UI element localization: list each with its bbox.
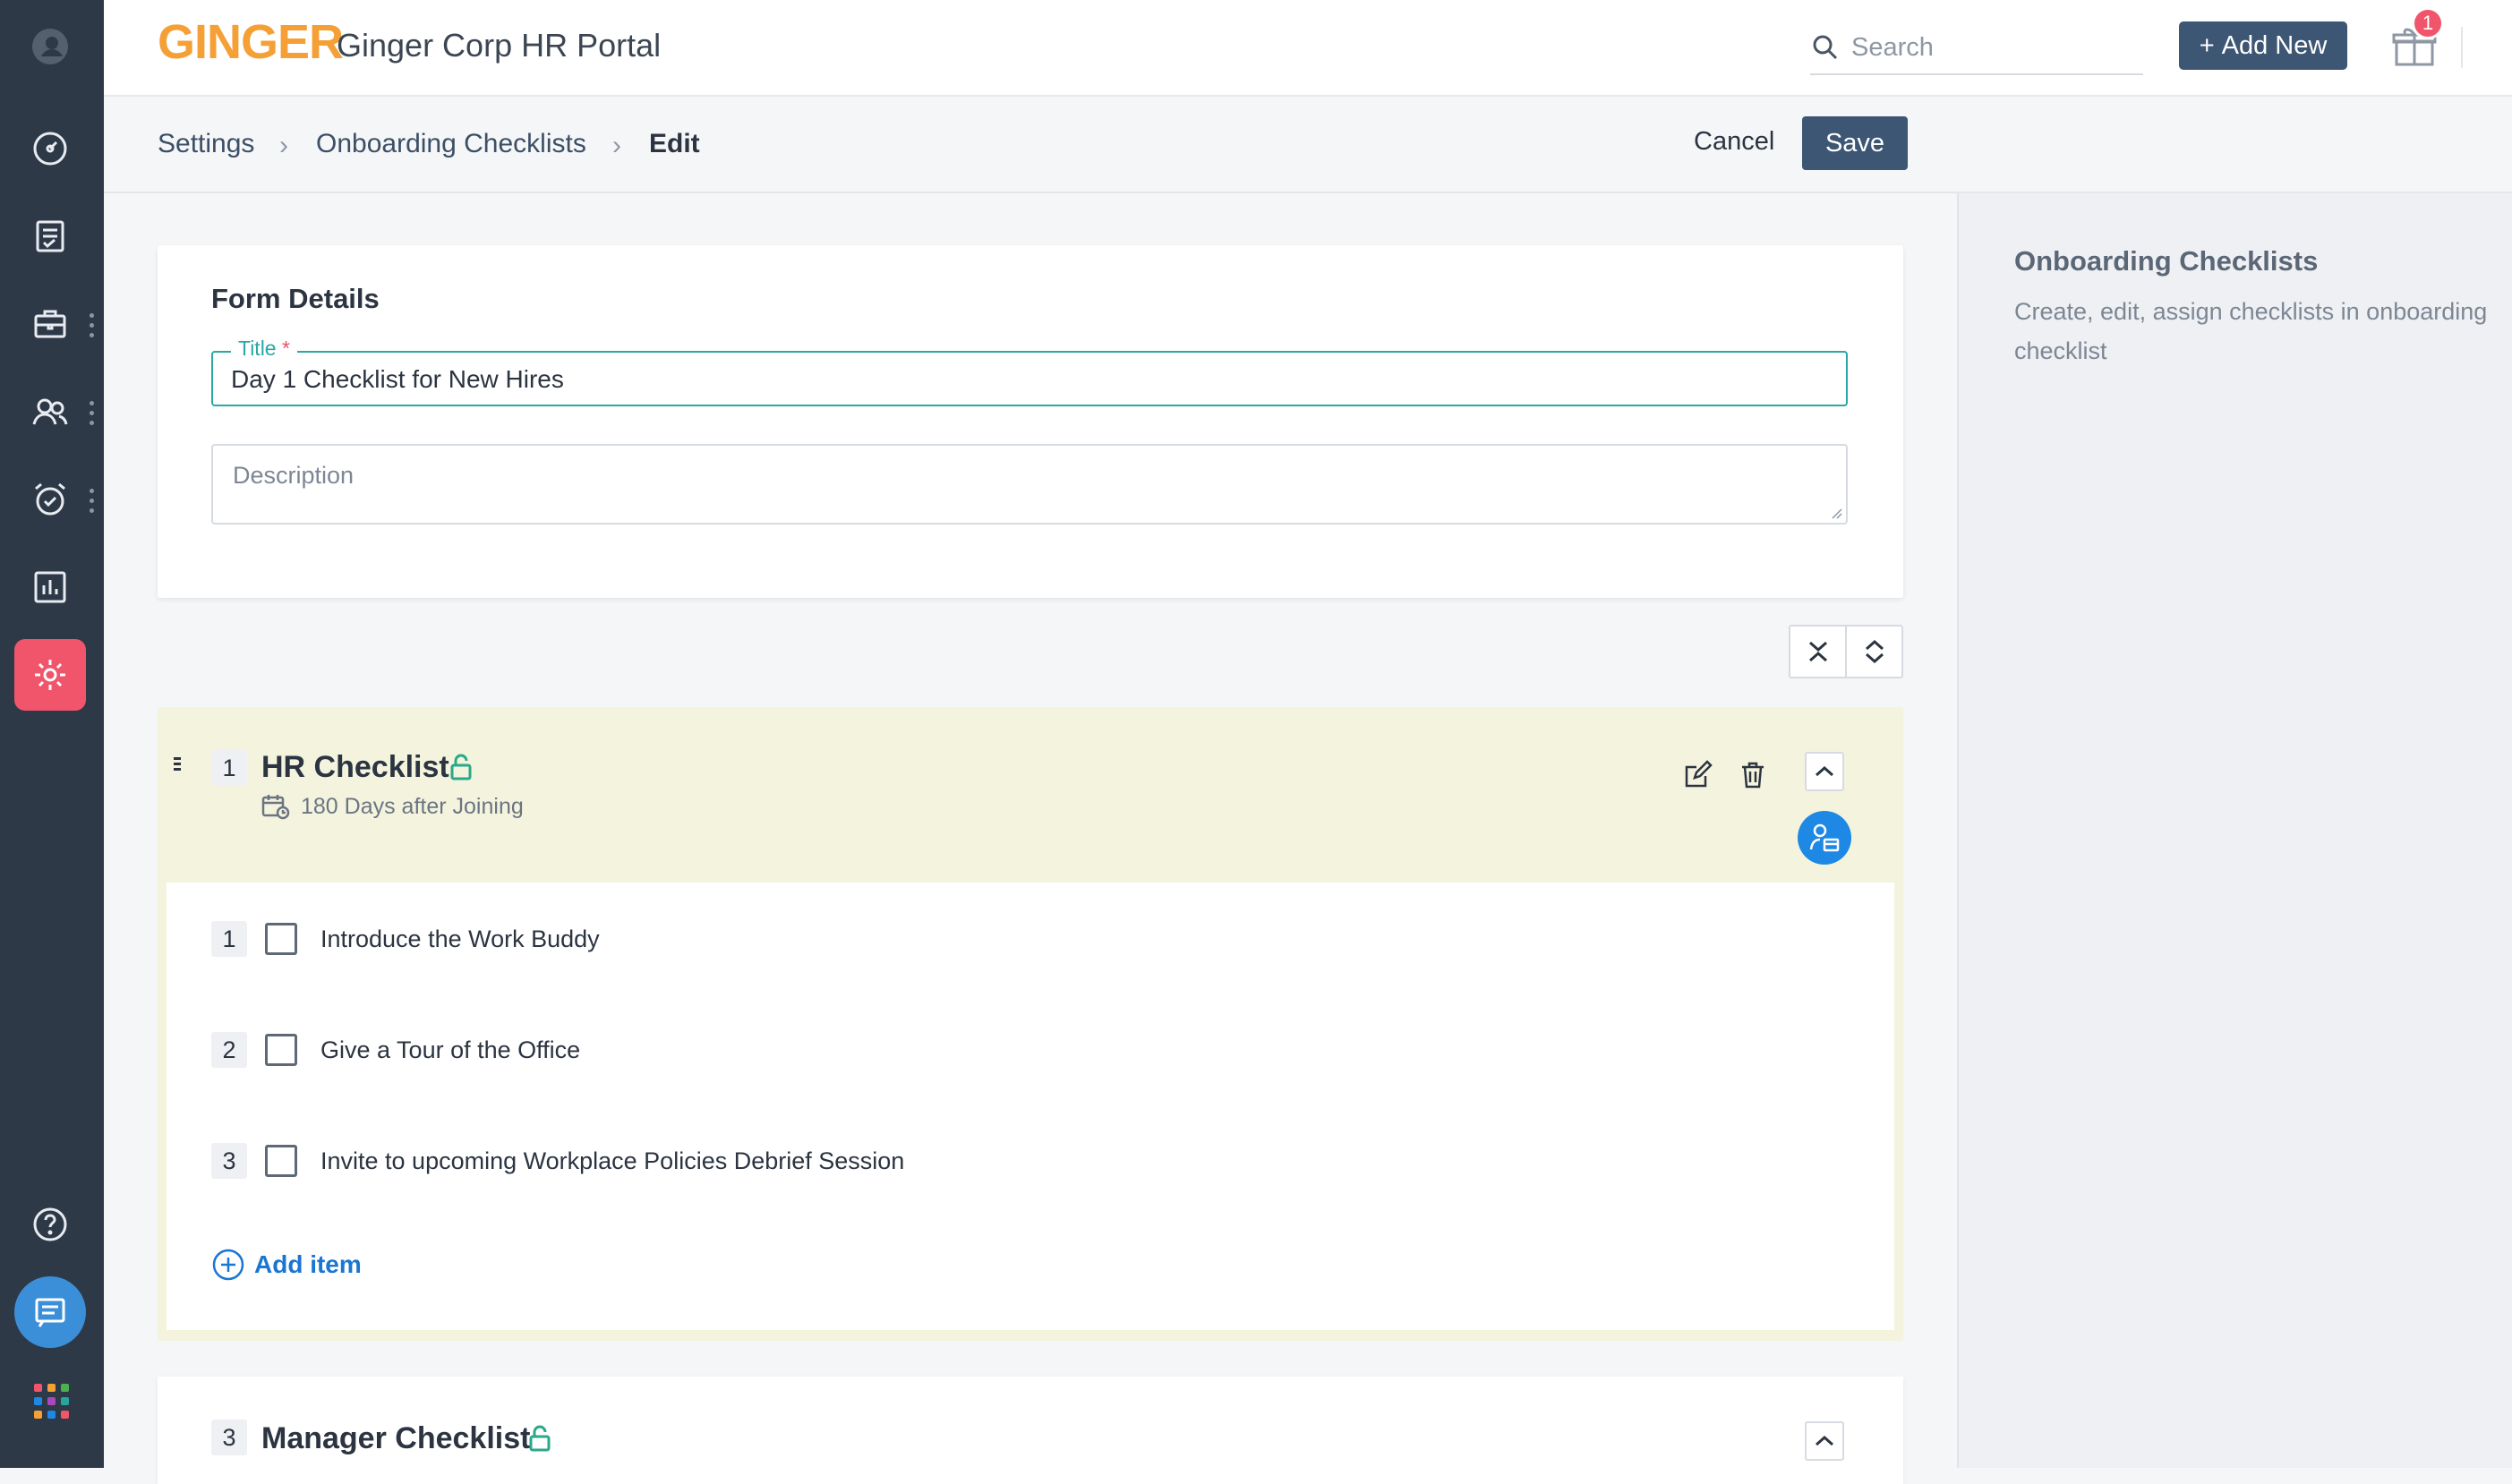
breadcrumb-settings[interactable]: Settings xyxy=(158,129,254,159)
chevron-right-icon: › xyxy=(612,131,621,160)
notification-badge: 1 xyxy=(2412,7,2444,39)
collapse-all-button[interactable] xyxy=(1790,627,1845,677)
lock-icon xyxy=(450,754,472,780)
section-title: Manager Checklist xyxy=(261,1421,531,1455)
assign-owner-button[interactable] xyxy=(1798,811,1851,865)
nav-tasks[interactable] xyxy=(14,200,86,272)
title-label: Title * xyxy=(231,337,297,361)
collapse-section-button[interactable] xyxy=(1805,752,1844,791)
sidebar xyxy=(0,0,104,1468)
form-details-card: Form Details Title * Day 1 Checklist for… xyxy=(158,245,1903,598)
drag-handle-icon[interactable] xyxy=(174,757,181,773)
delete-section-button[interactable] xyxy=(1735,757,1771,793)
assign-user-icon xyxy=(1809,823,1840,852)
item-label[interactable]: Introduce the Work Buddy xyxy=(320,925,600,953)
chevron-up-icon xyxy=(1816,1435,1833,1446)
settings-icon xyxy=(35,660,65,690)
item-number: 1 xyxy=(211,921,247,957)
reports-icon xyxy=(34,571,66,603)
title-field[interactable]: Title * Day 1 Checklist for New Hires xyxy=(211,337,1848,406)
plus-icon: + xyxy=(2199,30,2215,60)
list-item: 1 Introduce the Work Buddy xyxy=(211,918,600,959)
nav-attendance[interactable] xyxy=(14,464,86,535)
breadcrumb-current: Edit xyxy=(649,129,700,158)
dashboard-icon xyxy=(33,132,67,166)
item-label[interactable]: Give a Tour of the Office xyxy=(320,1036,580,1064)
edit-icon xyxy=(1685,760,1713,788)
nav-reports[interactable] xyxy=(14,551,86,623)
info-panel-description: Create, edit, assign checklists in onboa… xyxy=(2014,298,2488,364)
checklist-section: 1 HR Checklist 180 Days after Joining 1 … xyxy=(158,707,1903,1341)
briefcase-icon xyxy=(34,310,66,338)
item-checkbox[interactable] xyxy=(265,923,297,955)
alarm-clock-icon xyxy=(35,482,65,516)
breadcrumb-onboarding-checklists[interactable]: Onboarding Checklists xyxy=(316,129,586,159)
user-circle-icon xyxy=(32,29,68,64)
item-number: 2 xyxy=(211,1032,247,1068)
item-checkbox[interactable] xyxy=(265,1145,297,1177)
plus-circle-icon xyxy=(212,1249,244,1281)
apps-grid-icon[interactable] xyxy=(34,1384,70,1420)
section-due-text: 180 Days after Joining xyxy=(301,793,524,819)
info-panel: Onboarding Checklists Create, edit, assi… xyxy=(1957,193,2512,1468)
breadcrumb-bar: Settings › Onboarding Checklists › Edit … xyxy=(104,97,2512,193)
chevron-up-icon xyxy=(1816,765,1833,777)
collapse-expand-group xyxy=(1789,625,1903,678)
collapse-all-icon xyxy=(1808,641,1827,662)
chevron-right-icon: › xyxy=(279,131,288,160)
add-new-button[interactable]: + Add New xyxy=(2179,21,2347,70)
tasks-icon xyxy=(36,220,64,252)
add-item-button[interactable]: Add item xyxy=(211,1248,362,1282)
chat-icon xyxy=(35,1298,65,1327)
form-details-heading: Form Details xyxy=(211,283,380,314)
calendar-clock-icon xyxy=(261,795,290,820)
nav-help[interactable] xyxy=(14,1189,86,1260)
search-icon xyxy=(1813,35,1838,60)
expand-all-button[interactable] xyxy=(1845,627,1901,677)
expand-all-icon xyxy=(1865,639,1884,664)
lock-icon xyxy=(529,1425,551,1452)
nav-people[interactable] xyxy=(14,376,86,448)
add-item-label: Add item xyxy=(254,1250,362,1278)
save-button[interactable]: Save xyxy=(1802,116,1908,170)
item-number: 3 xyxy=(211,1143,247,1179)
checklist-section: 3 Manager Checklist xyxy=(158,1377,1903,1484)
edit-section-button[interactable] xyxy=(1679,757,1715,793)
info-panel-title: Onboarding Checklists xyxy=(2014,245,2319,277)
portal-title: Ginger Corp HR Portal xyxy=(337,27,662,64)
add-new-label: Add New xyxy=(2221,30,2328,60)
section-title: HR Checklist xyxy=(261,750,449,784)
description-input[interactable] xyxy=(231,460,1810,512)
resize-handle-icon[interactable] xyxy=(1830,507,1842,519)
top-bar: GINGER Ginger Corp HR Portal + Add New 1 xyxy=(104,0,2512,97)
nav-jobs-more[interactable] xyxy=(90,313,95,343)
item-checkbox[interactable] xyxy=(265,1034,297,1066)
divider xyxy=(2461,27,2463,68)
title-input[interactable]: Day 1 Checklist for New Hires xyxy=(231,365,564,394)
trash-icon xyxy=(1742,762,1764,789)
ginger-logo[interactable]: GINGER xyxy=(158,14,344,70)
nav-jobs[interactable] xyxy=(14,288,86,360)
section-number: 3 xyxy=(211,1420,247,1455)
search-input[interactable] xyxy=(1850,29,2122,66)
nav-people-more[interactable] xyxy=(90,401,95,431)
nav-attendance-more[interactable] xyxy=(90,489,95,518)
collapse-section-button[interactable] xyxy=(1805,1421,1844,1461)
nav-settings[interactable] xyxy=(14,639,86,711)
checklist-items: 1 Introduce the Work Buddy 2 Give a Tour… xyxy=(167,883,1894,1330)
profile-nav[interactable] xyxy=(14,11,86,82)
people-icon xyxy=(32,398,68,425)
section-due: 180 Days after Joining xyxy=(261,793,524,820)
description-field[interactable] xyxy=(211,444,1848,525)
help-icon xyxy=(33,1207,67,1241)
section-number: 1 xyxy=(211,750,247,786)
nav-dashboard[interactable] xyxy=(14,113,86,184)
list-item: 3 Invite to upcoming Workplace Policies … xyxy=(211,1140,904,1181)
cancel-button[interactable]: Cancel xyxy=(1694,127,1774,157)
search-box[interactable] xyxy=(1810,23,2143,75)
nav-chat[interactable] xyxy=(14,1276,86,1348)
list-item: 2 Give a Tour of the Office xyxy=(211,1029,580,1070)
item-label[interactable]: Invite to upcoming Workplace Policies De… xyxy=(320,1147,904,1175)
